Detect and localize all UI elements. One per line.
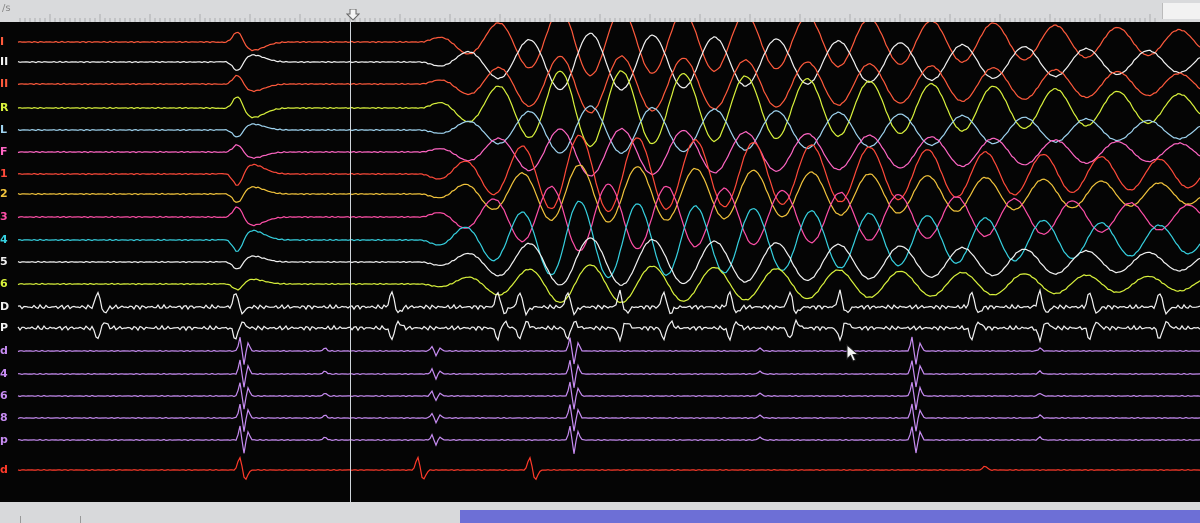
waveform-trace [17,264,1200,304]
channel-label: II [0,55,9,68]
waveform-trace [17,134,1200,213]
down-arrow-marker-icon[interactable] [346,9,360,21]
channel-label: R [0,101,9,114]
scroll-tick [80,516,81,523]
channel-label: d [0,344,8,357]
waveform-trace [17,359,1200,388]
waveform-trace [17,54,1200,114]
channel-label: p [0,433,8,446]
mouse-pointer-icon [846,344,860,362]
channel-label: I [0,35,5,48]
waveform-trace [17,237,1200,286]
channel-label: F [0,145,8,158]
waveform-trace [17,455,1200,481]
waveform-trace [17,127,1200,177]
waveform-trace [17,425,1200,454]
channel-label: 8 [0,411,8,424]
waveform-trace [17,381,1200,410]
waveform-trace [17,22,1200,77]
waveform-trace [17,70,1200,148]
channel-label: 1 [0,167,8,180]
waveform-trace [17,336,1200,365]
channel-label: 4 [0,233,8,246]
channel-label: 2 [0,187,8,200]
channel-label: L [0,123,8,136]
ep-recording-screen: /s I II II R L F 1 2 3 4 5 6 D Pd 4 6 8 p d [0,0,1200,523]
waveform-traces [17,22,1200,481]
channel-label: 4 [0,367,8,380]
horizontal-scrollbar-thumb[interactable] [460,510,1200,523]
waveform-trace [17,403,1200,432]
channel-label: 6 [0,277,8,290]
channel-label: 6 [0,389,8,402]
scroll-tick [20,516,21,523]
time-ruler-bar[interactable]: /s [0,0,1200,23]
waveform-trace [17,318,1200,344]
time-ruler-ticks [19,14,1156,22]
waveform-trace [17,200,1200,279]
ruler-end-box [1162,3,1200,19]
channel-label: 3 [0,210,8,223]
channel-label: II [0,77,9,90]
channel-label: d [0,463,8,476]
time-cursor-line[interactable] [350,22,351,502]
channel-label: P [0,321,9,334]
channel-label: D [0,300,10,313]
waveform-display[interactable]: I II II R L F 1 2 3 4 5 6 D Pd 4 6 8 p d [0,22,1200,502]
waveform-trace [17,287,1200,317]
channel-label: 5 [0,255,8,268]
